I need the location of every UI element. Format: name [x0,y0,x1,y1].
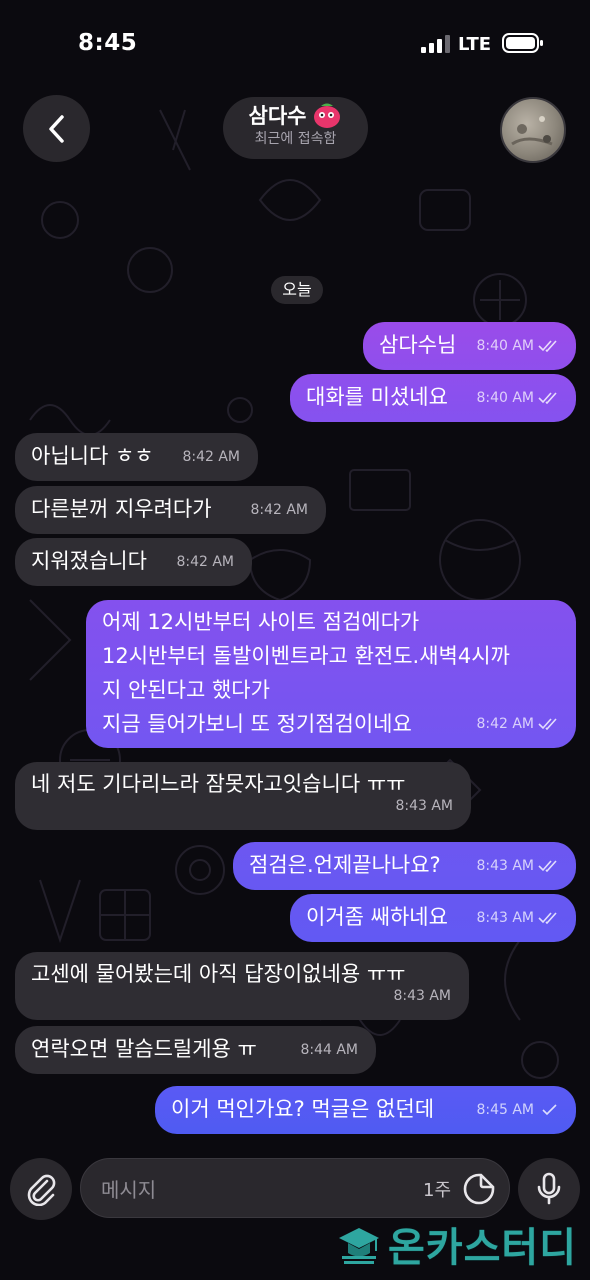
double-check-icon [538,718,557,730]
attach-button[interactable] [10,1158,72,1220]
strawberry-icon [314,103,341,128]
watermark-text: 온카스터디 [388,1225,577,1271]
message-bubble-incoming[interactable]: 지워졌습니다 8:42 AM [15,538,252,586]
double-check-icon [538,392,557,404]
message-time: 8:42 AM [476,707,560,741]
message-bubble-incoming[interactable]: 네 저도 기다리느라 잠못자고잇습니다 ㅠㅠ 8:43 AM [15,762,471,830]
message-time: 8:43 AM [476,850,560,883]
message-text: 아닙니다 ㅎㅎ [31,444,154,468]
battery-icon [502,33,543,53]
double-check-icon [538,860,557,872]
network-label: LTE [458,34,492,55]
microphone-icon [537,1172,561,1205]
message-time: 8:40 AM [476,382,560,415]
message-bubble-outgoing[interactable]: 이거 먹인가요? 먹글은 없던데 8:45 AM [155,1086,576,1134]
chevron-left-icon [48,114,64,143]
graduation-cap-icon [339,1228,379,1264]
self-destruct-timer[interactable]: 1주 [423,1176,451,1202]
message-text: 점검은.언제끝나나요? [249,853,441,877]
message-bubble-incoming[interactable]: 다른분꺼 지우려다가 8:42 AM [15,486,326,534]
message-bubble-incoming[interactable]: 연락오면 말슴드릴게용 ㅠ 8:44 AM [15,1026,376,1074]
double-check-icon [538,340,557,352]
status-time: 8:45 [78,30,138,56]
message-text: 이거좀 쌔하네요 [306,905,448,929]
message-time: 8:40 AM [476,330,560,363]
message-time: 8:44 AM [300,1042,358,1058]
watermark: 온카스터디 [336,1216,577,1272]
message-bubble-incoming[interactable]: 고센에 물어봤는데 아직 답장이없네용 ㅠㅠ 8:43 AM [15,952,469,1020]
date-chip: 오늘 [271,276,323,304]
avatar-image [511,116,553,146]
message-bubble-outgoing[interactable]: 점검은.언제끝나나요? 8:43 AM [233,842,576,890]
message-text: 다른분꺼 지우려다가 [31,497,212,521]
chat-title: 삼다수 [248,104,307,128]
message-text: 연락오면 말슴드릴게용 ㅠ [31,1037,257,1061]
double-check-icon [538,912,557,924]
chat-header: 삼다수 최근에 접속함 [0,95,590,167]
message-text: 삼다수님 [379,333,457,357]
paperclip-icon [27,1174,56,1206]
message-time: 8:45 AM [476,1094,560,1127]
message-time: 8:42 AM [250,502,308,518]
message-time: 8:43 AM [393,988,451,1004]
message-text: 어제 12시반부터 사이트 점검에다가 12시반부터 돌발이벤트라고 환전도.새… [102,610,510,736]
message-bubble-outgoing[interactable]: 대화를 미셨네요 8:40 AM [290,374,576,422]
microphone-button[interactable] [518,1158,580,1220]
chat-status: 최근에 접속함 [254,131,337,147]
status-bar: 8:45 LTE [0,0,590,80]
single-check-icon [542,1104,557,1116]
message-text: 지워졌습니다 [31,549,147,573]
message-time: 8:43 AM [476,902,560,935]
message-bubble-outgoing[interactable]: 어제 12시반부터 사이트 점검에다가 12시반부터 돌발이벤트라고 환전도.새… [86,600,576,748]
avatar[interactable] [500,97,566,163]
back-button[interactable] [23,95,90,162]
message-text: 대화를 미셨네요 [306,385,448,409]
chat-title-row: 삼다수 [249,103,343,129]
message-text: 고센에 물어봤는데 아직 답장이없네용 ㅠㅠ [31,962,406,986]
message-time: 8:42 AM [182,449,240,465]
message-time: 8:43 AM [395,798,453,814]
chat-title-pill[interactable]: 삼다수 최근에 접속함 [223,97,368,159]
message-bubble-outgoing[interactable]: 이거좀 쌔하네요 8:43 AM [290,894,576,942]
signal-icon [421,35,450,53]
message-text: 네 저도 기다리느라 잠못자고잇습니다 ㅠㅠ [31,772,406,796]
message-bubble-incoming[interactable]: 아닙니다 ㅎㅎ 8:42 AM [15,433,258,481]
message-bubble-outgoing[interactable]: 삼다수님 8:40 AM [363,322,576,370]
message-input-placeholder: 메시지 [101,1178,157,1202]
message-text: 이거 먹인가요? 먹글은 없던데 [171,1097,435,1121]
message-input[interactable]: 메시지 1주 [80,1158,510,1218]
sticker-icon[interactable] [461,1171,497,1207]
message-time: 8:42 AM [176,554,234,570]
